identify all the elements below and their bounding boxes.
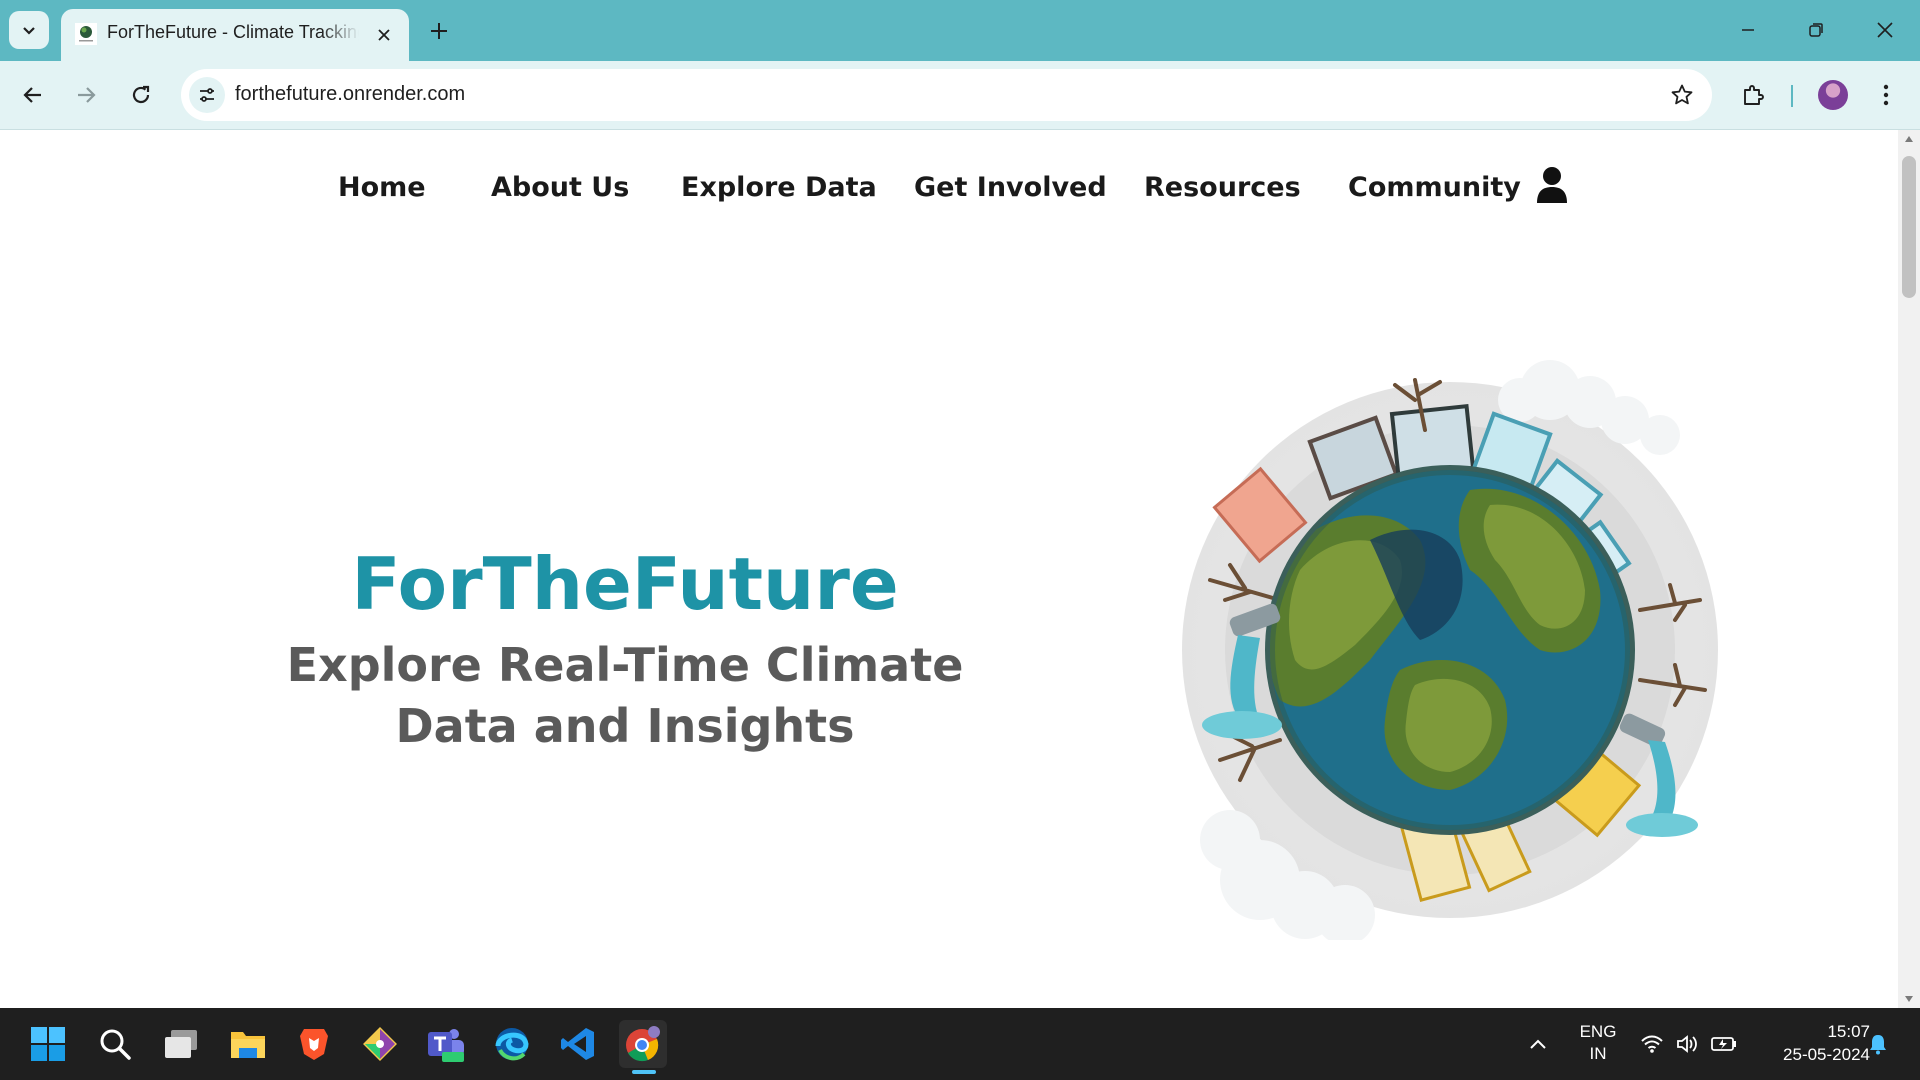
globe-favicon-icon <box>75 23 97 45</box>
back-button[interactable] <box>13 75 53 115</box>
browser-menu-button[interactable] <box>1866 75 1906 115</box>
nav-resources[interactable]: Resources <box>1144 172 1301 203</box>
hero-subtitle-block: Explore Real-Time Climate Data and Insig… <box>150 635 1100 757</box>
restore-icon <box>1809 23 1823 37</box>
vscode-button[interactable] <box>554 1020 602 1068</box>
task-view-icon <box>165 1030 197 1058</box>
browser-toolbar: forthefuture.onrender.com <box>0 61 1920 130</box>
bell-icon <box>1870 1035 1886 1055</box>
chevron-down-icon <box>23 27 35 35</box>
battery-button[interactable] <box>1710 1030 1738 1058</box>
speaker-icon <box>1677 1035 1697 1053</box>
windows-start-icon <box>31 1027 65 1061</box>
extensions-button[interactable] <box>1733 75 1773 115</box>
arrow-left-icon <box>23 87 41 103</box>
polluted-earth-globe-illustration <box>1182 360 1718 940</box>
avatar <box>1818 80 1848 110</box>
reload-button[interactable] <box>121 75 161 115</box>
tune-icon <box>200 88 214 102</box>
nav-explore-data[interactable]: Explore Data <box>681 172 877 203</box>
page-scrollbar[interactable] <box>1898 130 1920 1008</box>
nav-home[interactable]: Home <box>338 172 426 203</box>
minimize-icon <box>1742 29 1754 31</box>
nav-get-involved[interactable]: Get Involved <box>914 172 1107 203</box>
arrow-right-icon <box>78 87 96 103</box>
clock-time: 15:07 <box>1827 1022 1870 1041</box>
profile-button[interactable] <box>1813 75 1853 115</box>
address-bar[interactable]: forthefuture.onrender.com <box>181 69 1712 121</box>
scroll-up-button[interactable] <box>1898 130 1920 148</box>
network-button[interactable] <box>1638 1030 1666 1058</box>
tab-title: ForTheFuture - Climate Tracking <box>107 22 359 42</box>
teams-icon <box>428 1029 464 1062</box>
tab-close-button[interactable] <box>371 22 397 48</box>
star-icon <box>1671 84 1693 105</box>
search-icon <box>100 1029 131 1060</box>
bookmark-button[interactable] <box>1668 81 1696 109</box>
minimize-button[interactable] <box>1728 12 1768 48</box>
toolbar-divider <box>1791 85 1793 107</box>
browser-tab-strip: ForTheFuture - Climate Tracking <box>0 0 1920 61</box>
brave-browser-button[interactable] <box>290 1020 338 1068</box>
triangle-down-icon <box>1905 996 1913 1002</box>
url-text[interactable]: forthefuture.onrender.com <box>235 83 465 106</box>
notifications-button[interactable] <box>1864 1030 1892 1058</box>
file-explorer-button[interactable] <box>224 1020 272 1068</box>
taskbar-search-button[interactable] <box>91 1020 139 1068</box>
edge-button[interactable] <box>488 1020 536 1068</box>
plus-icon <box>431 23 447 39</box>
file-explorer-icon <box>231 1032 265 1058</box>
browser-tab[interactable]: ForTheFuture - Climate Tracking <box>61 9 409 61</box>
language-indicator[interactable]: ENG IN <box>1576 1022 1620 1064</box>
hero-subtitle: Explore Real-Time Climate Data and Insig… <box>286 638 964 753</box>
task-view-button[interactable] <box>157 1020 205 1068</box>
close-window-button[interactable] <box>1865 12 1905 48</box>
page-viewport: Home About Us Explore Data Get Involved … <box>0 130 1920 1008</box>
language-code: ENG <box>1579 1022 1617 1041</box>
chrome-icon <box>626 1026 660 1062</box>
volume-button[interactable] <box>1674 1030 1702 1058</box>
reload-icon <box>132 85 150 104</box>
restore-button[interactable] <box>1796 12 1836 48</box>
chevron-up-icon <box>1530 1039 1546 1049</box>
clock[interactable]: 15:07 25-05-2024 <box>1750 1022 1870 1065</box>
new-tab-button[interactable] <box>423 15 455 47</box>
scroll-thumb[interactable] <box>1902 156 1916 298</box>
teams-button[interactable] <box>422 1020 470 1068</box>
close-icon <box>1877 22 1893 38</box>
puzzle-icon <box>1744 85 1764 105</box>
git-icon <box>363 1027 397 1061</box>
edge-icon <box>495 1028 529 1061</box>
user-icon[interactable] <box>1535 166 1569 204</box>
hero-title: ForTheFuture <box>351 542 899 626</box>
nav-about-us[interactable]: About Us <box>491 172 629 203</box>
chrome-button[interactable] <box>619 1020 667 1068</box>
clock-date: 25-05-2024 <box>1783 1045 1870 1064</box>
battery-charging-icon <box>1711 1037 1736 1051</box>
wifi-icon <box>1641 1035 1663 1053</box>
show-hidden-icons-button[interactable] <box>1524 1030 1552 1058</box>
forward-button[interactable] <box>66 75 106 115</box>
start-button[interactable] <box>24 1020 72 1068</box>
taskbar: ENG IN 15:07 25-05-2024 <box>0 1008 1920 1080</box>
vscode-icon <box>561 1028 594 1060</box>
brave-browser-icon <box>300 1029 328 1060</box>
git-button[interactable] <box>356 1020 404 1068</box>
close-icon <box>378 29 390 41</box>
site-info-button[interactable] <box>189 77 225 113</box>
region-code: IN <box>1589 1044 1607 1063</box>
active-app-indicator <box>632 1070 656 1074</box>
nav-community[interactable]: Community <box>1348 172 1521 203</box>
site-navigation: Home About Us Explore Data Get Involved … <box>0 130 1898 250</box>
tab-search-button[interactable] <box>9 11 49 49</box>
more-vertical-icon <box>1883 84 1889 106</box>
triangle-up-icon <box>1905 136 1913 142</box>
scroll-down-button[interactable] <box>1898 990 1920 1008</box>
